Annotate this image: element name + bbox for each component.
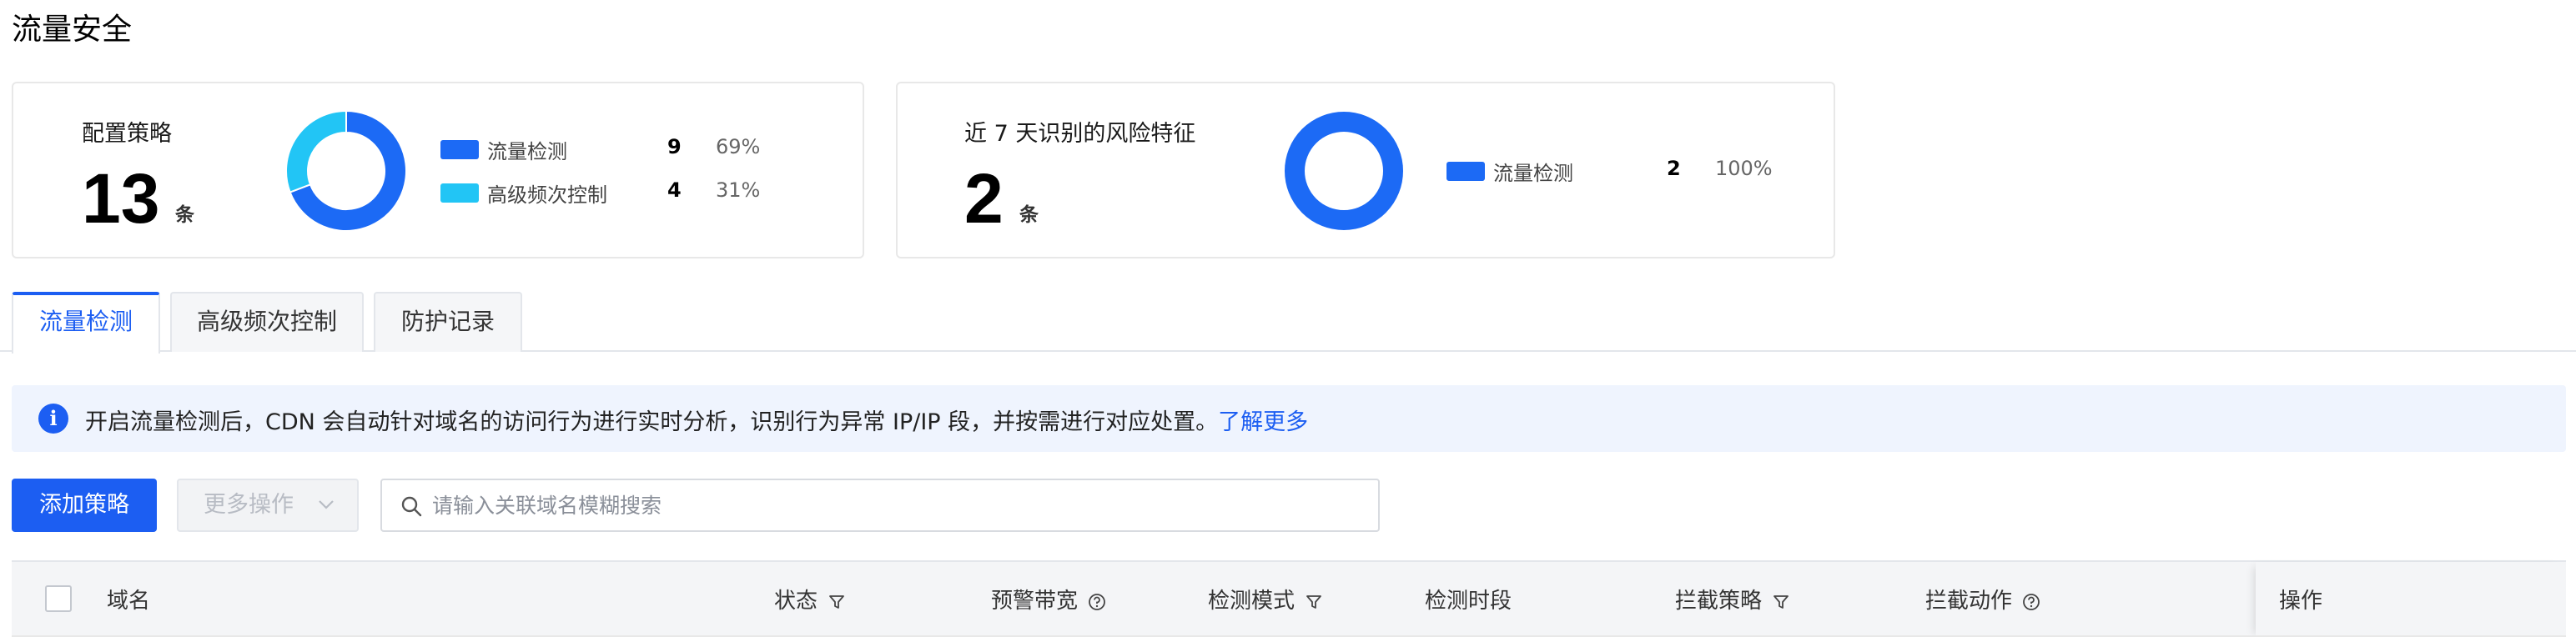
card-value: 13: [82, 159, 160, 238]
column-status: 状态: [774, 584, 846, 614]
table-header: 域名 状态 预警带宽 检测模式 检测时段 拦截策略 拦截动作 操作: [12, 560, 2566, 637]
info-text: 开启流量检测后，CDN 会自动针对域名的访问行为进行实时分析，识别行为异常 IP…: [85, 404, 1308, 436]
tab-advanced-rate-control[interactable]: 高级频次控制: [170, 292, 364, 352]
filter-icon[interactable]: [1772, 593, 1790, 611]
legend-count: 4: [667, 178, 682, 202]
card-value: 2: [964, 159, 1004, 238]
column-detection-period: 检测时段: [1425, 589, 1512, 614]
card-unit: 条: [175, 204, 194, 226]
legend-swatch: [440, 183, 479, 203]
legend-label: 流量检测: [487, 140, 567, 163]
add-policy-button[interactable]: 添加策略: [12, 479, 157, 532]
legend-count: 2: [1667, 157, 1681, 180]
card-label: 近 7 天识别的风险特征: [964, 121, 1196, 147]
column-block-policy: 拦截策略: [1675, 584, 1790, 614]
column-detection-mode: 检测模式: [1208, 584, 1323, 614]
legend-label: 高级频次控制: [487, 183, 607, 207]
donut-slice-segment-0: [1282, 110, 1406, 232]
info-icon: i: [38, 404, 68, 434]
column-actions: 操作: [2279, 589, 2323, 614]
search-input[interactable]: [432, 487, 1350, 524]
chevron-down-icon: [319, 500, 334, 509]
risk-donut-chart: [1282, 110, 1406, 232]
legend-percent: 100%: [1715, 157, 1773, 180]
tab-protection-log[interactable]: 防护记录: [374, 292, 522, 352]
domain-search[interactable]: [380, 479, 1380, 532]
help-icon[interactable]: [1088, 593, 1106, 611]
card-unit: 条: [1019, 204, 1039, 226]
more-actions-dropdown[interactable]: 更多操作: [177, 479, 359, 532]
help-icon[interactable]: [2022, 593, 2040, 611]
search-icon: [401, 496, 422, 517]
legend-swatch: [440, 140, 479, 159]
policy-donut-chart: [285, 109, 407, 232]
legend-percent: 31%: [716, 178, 761, 202]
page-title: 流量安全: [12, 13, 133, 47]
select-all-checkbox[interactable]: [45, 585, 72, 612]
more-actions-label: 更多操作: [204, 492, 294, 518]
legend-swatch: [1446, 162, 1485, 181]
filter-icon[interactable]: [1305, 593, 1323, 611]
legend-count: 9: [667, 135, 682, 158]
column-domain: 域名: [107, 589, 151, 614]
learn-more-link[interactable]: 了解更多: [1218, 409, 1308, 435]
risk-feature-card: 近 7 天识别的风险特征 2 条 流量检测 2 100%: [896, 82, 1835, 258]
column-block-action: 拦截动作: [1925, 584, 2040, 614]
legend-percent: 69%: [716, 135, 761, 158]
legend-label: 流量检测: [1493, 162, 1573, 185]
card-label: 配置策略: [82, 121, 172, 147]
filter-icon[interactable]: [828, 593, 846, 611]
actions-column: 操作: [2256, 562, 2566, 637]
info-message: 开启流量检测后，CDN 会自动针对域名的访问行为进行实时分析，识别行为异常 IP…: [85, 409, 1219, 435]
donut-slice-segment-1: [285, 109, 347, 193]
policy-count-card: 配置策略 13 条 流量检测 9 69% 高级频次控制 4 31%: [12, 82, 864, 258]
info-banner: i 开启流量检测后，CDN 会自动针对域名的访问行为进行实时分析，识别行为异常 …: [12, 385, 2566, 452]
column-alert-bandwidth: 预警带宽: [991, 584, 1106, 614]
tab-traffic-detection[interactable]: 流量检测: [12, 292, 160, 354]
